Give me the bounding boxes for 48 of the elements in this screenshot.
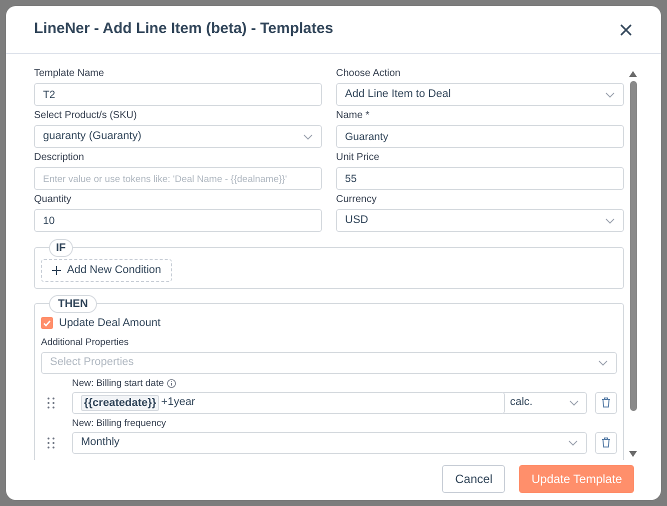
- field-label: Description: [34, 151, 86, 164]
- cancel-button[interactable]: Cancel: [442, 464, 506, 492]
- input-field[interactable]: T2: [34, 83, 322, 106]
- field-label: Currency: [336, 193, 378, 206]
- checkbox-label: Update Deal Amount: [59, 316, 161, 331]
- section-label: IF: [49, 239, 73, 257]
- section-label: THEN: [49, 295, 97, 313]
- value-text: +1year: [161, 395, 196, 410]
- drag-handle-icon[interactable]: [47, 436, 55, 448]
- add-condition-button[interactable]: Add New Condition: [41, 258, 172, 282]
- delete-button[interactable]: [595, 392, 617, 414]
- trash-icon: [601, 437, 611, 448]
- chevron-down-icon: [598, 360, 608, 366]
- field-label: Quantity: [34, 193, 72, 206]
- input-field[interactable]: Guaranty: [336, 125, 624, 148]
- drag-handle-icon[interactable]: [47, 396, 55, 408]
- property-label: New: Billing start date: [72, 376, 164, 390]
- checkbox[interactable]: [41, 317, 53, 330]
- trash-icon: [601, 397, 611, 408]
- input-field[interactable]: 55: [336, 167, 624, 190]
- property-label: New: Billing frequency: [72, 416, 166, 430]
- select-field[interactable]: Monthly: [72, 432, 587, 454]
- token-chip: {{createdate}}: [81, 394, 160, 410]
- chevron-down-icon: [569, 400, 579, 406]
- info-icon: [166, 378, 176, 388]
- dialog-title: LineNer - Add Line Item (beta) - Templates: [34, 19, 334, 40]
- value-field[interactable]: {{createdate}} +1year: [72, 392, 505, 414]
- input-field[interactable]: Enter value or use tokens like: 'Deal Name - {{dealname}}': [34, 167, 322, 190]
- chevron-down-icon: [605, 92, 615, 98]
- field-label: Select Product/s (SKU): [34, 109, 138, 122]
- plus-icon: [52, 266, 61, 274]
- field-label: Choose Action: [336, 67, 402, 80]
- field-label: Unit Price: [336, 151, 380, 164]
- scroll-down-icon[interactable]: [629, 451, 637, 457]
- field-label: Template Name: [34, 67, 106, 80]
- close-icon[interactable]: [619, 22, 633, 36]
- chevron-down-icon: [605, 218, 615, 224]
- field-label: Name *: [336, 109, 370, 122]
- scroll-up-icon[interactable]: [629, 71, 637, 77]
- chevron-down-icon: [568, 440, 578, 446]
- select-field[interactable]: USD: [336, 209, 624, 232]
- delete-button[interactable]: [595, 432, 617, 454]
- chevron-down-icon: [303, 134, 313, 140]
- field-label: Additional Properties: [41, 336, 130, 348]
- select-field[interactable]: Add Line Item to Deal: [336, 83, 624, 106]
- select-field[interactable]: guaranty (Guaranty): [34, 125, 322, 148]
- input-field[interactable]: 10: [34, 209, 322, 232]
- mode-select[interactable]: calc.: [503, 392, 587, 414]
